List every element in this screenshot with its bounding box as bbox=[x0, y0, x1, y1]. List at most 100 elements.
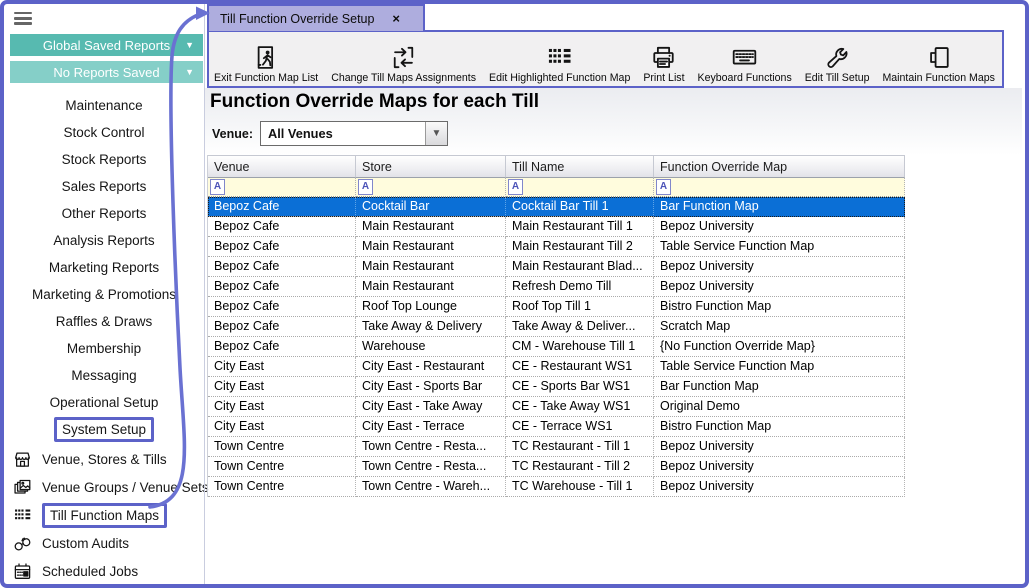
table-cell[interactable]: Bepoz University bbox=[654, 457, 905, 477]
column-header-store[interactable]: Store bbox=[356, 155, 506, 178]
table-cell[interactable]: Bepoz University bbox=[654, 277, 905, 297]
table-cell[interactable]: Cocktail Bar bbox=[356, 197, 506, 217]
toolbar-button-change-till-maps-assignments[interactable]: Change Till Maps Assignments bbox=[331, 35, 476, 84]
column-header-till-name[interactable]: Till Name bbox=[506, 155, 654, 178]
filter-a-icon[interactable]: A bbox=[656, 179, 671, 195]
sidebar-item-messaging[interactable]: Messaging bbox=[4, 362, 204, 389]
table-cell[interactable]: Main Restaurant bbox=[356, 277, 506, 297]
sidebar-item-maintenance[interactable]: Maintenance bbox=[4, 92, 204, 119]
sidebar-item-marketing-reports[interactable]: Marketing Reports bbox=[4, 254, 204, 281]
table-row[interactable]: Bepoz CafeMain RestaurantMain Restaurant… bbox=[208, 217, 905, 237]
sidebar-item-other-reports[interactable]: Other Reports bbox=[4, 200, 204, 227]
sidebar-item-venue-stores-tills[interactable]: Venue, Stores & Tills bbox=[4, 445, 204, 473]
table-cell[interactable]: Town Centre bbox=[208, 457, 356, 477]
sidebar-item-till-function-maps[interactable]: Till Function Maps bbox=[4, 501, 204, 529]
table-cell[interactable]: Take Away & Delivery bbox=[356, 317, 506, 337]
sidebar-item-sales-reports[interactable]: Sales Reports bbox=[4, 173, 204, 200]
table-cell[interactable]: Table Service Function Map bbox=[654, 357, 905, 377]
table-cell[interactable]: City East bbox=[208, 377, 356, 397]
table-row[interactable]: City EastCity East - TerraceCE - Terrace… bbox=[208, 417, 905, 437]
table-cell[interactable]: CE - Sports Bar WS1 bbox=[506, 377, 654, 397]
toolbar-button-edit-till-setup[interactable]: Edit Till Setup bbox=[805, 35, 870, 84]
table-row[interactable]: Town CentreTown Centre - Resta...TC Rest… bbox=[208, 437, 905, 457]
table-cell[interactable]: Bepoz Cafe bbox=[208, 337, 356, 357]
table-row[interactable]: City EastCity East - Take AwayCE - Take … bbox=[208, 397, 905, 417]
table-cell[interactable]: TC Restaurant - Till 2 bbox=[506, 457, 654, 477]
sidebar-item-analysis-reports[interactable]: Analysis Reports bbox=[4, 227, 204, 254]
table-cell[interactable]: Main Restaurant bbox=[356, 237, 506, 257]
table-cell[interactable]: Bepoz University bbox=[654, 437, 905, 457]
table-cell[interactable]: City East - Restaurant bbox=[356, 357, 506, 377]
filter-cell-function-override-map[interactable]: A bbox=[654, 178, 905, 197]
table-row[interactable]: Bepoz CafeMain RestaurantRefresh Demo Ti… bbox=[208, 277, 905, 297]
table-cell[interactable]: City East - Take Away bbox=[356, 397, 506, 417]
toolbar-button-keyboard-functions[interactable]: Keyboard Functions bbox=[698, 35, 792, 84]
table-cell[interactable]: City East - Sports Bar bbox=[356, 377, 506, 397]
filter-a-icon[interactable]: A bbox=[210, 179, 225, 195]
table-cell[interactable]: Bepoz Cafe bbox=[208, 257, 356, 277]
column-header-function-override-map[interactable]: Function Override Map bbox=[654, 155, 905, 178]
table-cell[interactable]: Town Centre bbox=[208, 477, 356, 497]
table-cell[interactable]: Scratch Map bbox=[654, 317, 905, 337]
table-cell[interactable]: {No Function Override Map} bbox=[654, 337, 905, 357]
toolbar-button-exit-function-map-list[interactable]: Exit Function Map List bbox=[214, 35, 318, 84]
toolbar-button-print-list[interactable]: Print List bbox=[643, 35, 684, 84]
filter-cell-store[interactable]: A bbox=[356, 178, 506, 197]
table-cell[interactable]: Roof Top Till 1 bbox=[506, 297, 654, 317]
table-cell[interactable]: Bar Function Map bbox=[654, 377, 905, 397]
table-cell[interactable]: CM - Warehouse Till 1 bbox=[506, 337, 654, 357]
table-row[interactable]: Bepoz CafeMain RestaurantMain Restaurant… bbox=[208, 257, 905, 277]
table-cell[interactable]: Warehouse bbox=[356, 337, 506, 357]
sidebar-item-marketing-promotions[interactable]: Marketing & Promotions bbox=[4, 281, 204, 308]
table-row[interactable]: City EastCity East - RestaurantCE - Rest… bbox=[208, 357, 905, 377]
table-cell[interactable]: Bepoz Cafe bbox=[208, 277, 356, 297]
table-cell[interactable]: City East - Terrace bbox=[356, 417, 506, 437]
sidebar-item-venue-groups-venue-sets[interactable]: Venue Groups / Venue Sets bbox=[4, 473, 204, 501]
chevron-down-icon[interactable]: ▼ bbox=[425, 122, 447, 145]
table-cell[interactable]: Refresh Demo Till bbox=[506, 277, 654, 297]
sidebar-item-raffles-draws[interactable]: Raffles & Draws bbox=[4, 308, 204, 335]
venue-select[interactable]: All Venues ▼ bbox=[260, 121, 448, 146]
table-row[interactable]: Bepoz CafeMain RestaurantMain Restaurant… bbox=[208, 237, 905, 257]
table-cell[interactable]: Bepoz University bbox=[654, 217, 905, 237]
table-row[interactable]: Town CentreTown Centre - Wareh...TC Ware… bbox=[208, 477, 905, 497]
table-cell[interactable]: CE - Take Away WS1 bbox=[506, 397, 654, 417]
table-cell[interactable]: Bistro Function Map bbox=[654, 297, 905, 317]
sidebar-item-operational-setup[interactable]: Operational Setup bbox=[4, 389, 204, 416]
table-cell[interactable]: Bepoz Cafe bbox=[208, 237, 356, 257]
table-row[interactable]: Town CentreTown Centre - Resta...TC Rest… bbox=[208, 457, 905, 477]
table-cell[interactable]: CE - Terrace WS1 bbox=[506, 417, 654, 437]
close-icon[interactable]: × bbox=[392, 11, 412, 26]
table-cell[interactable]: Take Away & Deliver... bbox=[506, 317, 654, 337]
table-cell[interactable]: Table Service Function Map bbox=[654, 237, 905, 257]
hamburger-menu-icon[interactable] bbox=[14, 12, 32, 26]
table-cell[interactable]: Main Restaurant Till 2 bbox=[506, 237, 654, 257]
global-saved-reports-button[interactable]: Global Saved Reports ▼ bbox=[10, 34, 203, 56]
tab-till-function-override-setup[interactable]: Till Function Override Setup × bbox=[207, 4, 425, 31]
table-cell[interactable]: Town Centre - Wareh... bbox=[356, 477, 506, 497]
table-cell[interactable]: Cocktail Bar Till 1 bbox=[506, 197, 654, 217]
sidebar-item-stock-control[interactable]: Stock Control bbox=[4, 119, 204, 146]
table-cell[interactable]: Bepoz University bbox=[654, 257, 905, 277]
table-cell[interactable]: Bistro Function Map bbox=[654, 417, 905, 437]
table-row[interactable]: Bepoz CafeTake Away & DeliveryTake Away … bbox=[208, 317, 905, 337]
table-cell[interactable]: Bepoz Cafe bbox=[208, 297, 356, 317]
sidebar-splitter[interactable] bbox=[204, 4, 205, 584]
filter-cell-till-name[interactable]: A bbox=[506, 178, 654, 197]
table-cell[interactable]: Bar Function Map bbox=[654, 197, 905, 217]
table-cell[interactable]: Town Centre - Resta... bbox=[356, 437, 506, 457]
table-row[interactable]: Bepoz CafeRoof Top LoungeRoof Top Till 1… bbox=[208, 297, 905, 317]
table-cell[interactable]: Bepoz Cafe bbox=[208, 197, 356, 217]
sidebar-item-scheduled-jobs[interactable]: Scheduled Jobs bbox=[4, 557, 204, 585]
table-cell[interactable]: TC Restaurant - Till 1 bbox=[506, 437, 654, 457]
table-cell[interactable]: Town Centre - Resta... bbox=[356, 457, 506, 477]
table-cell[interactable]: Bepoz Cafe bbox=[208, 217, 356, 237]
sidebar-item-membership[interactable]: Membership bbox=[4, 335, 204, 362]
filter-cell-venue[interactable]: A bbox=[208, 178, 356, 197]
table-row[interactable]: Bepoz CafeWarehouseCM - Warehouse Till 1… bbox=[208, 337, 905, 357]
sidebar-item-stock-reports[interactable]: Stock Reports bbox=[4, 146, 204, 173]
table-cell[interactable]: Town Centre bbox=[208, 437, 356, 457]
table-cell[interactable]: Bepoz Cafe bbox=[208, 317, 356, 337]
table-cell[interactable]: Original Demo bbox=[654, 397, 905, 417]
table-row[interactable]: Bepoz CafeCocktail BarCocktail Bar Till … bbox=[208, 197, 905, 217]
